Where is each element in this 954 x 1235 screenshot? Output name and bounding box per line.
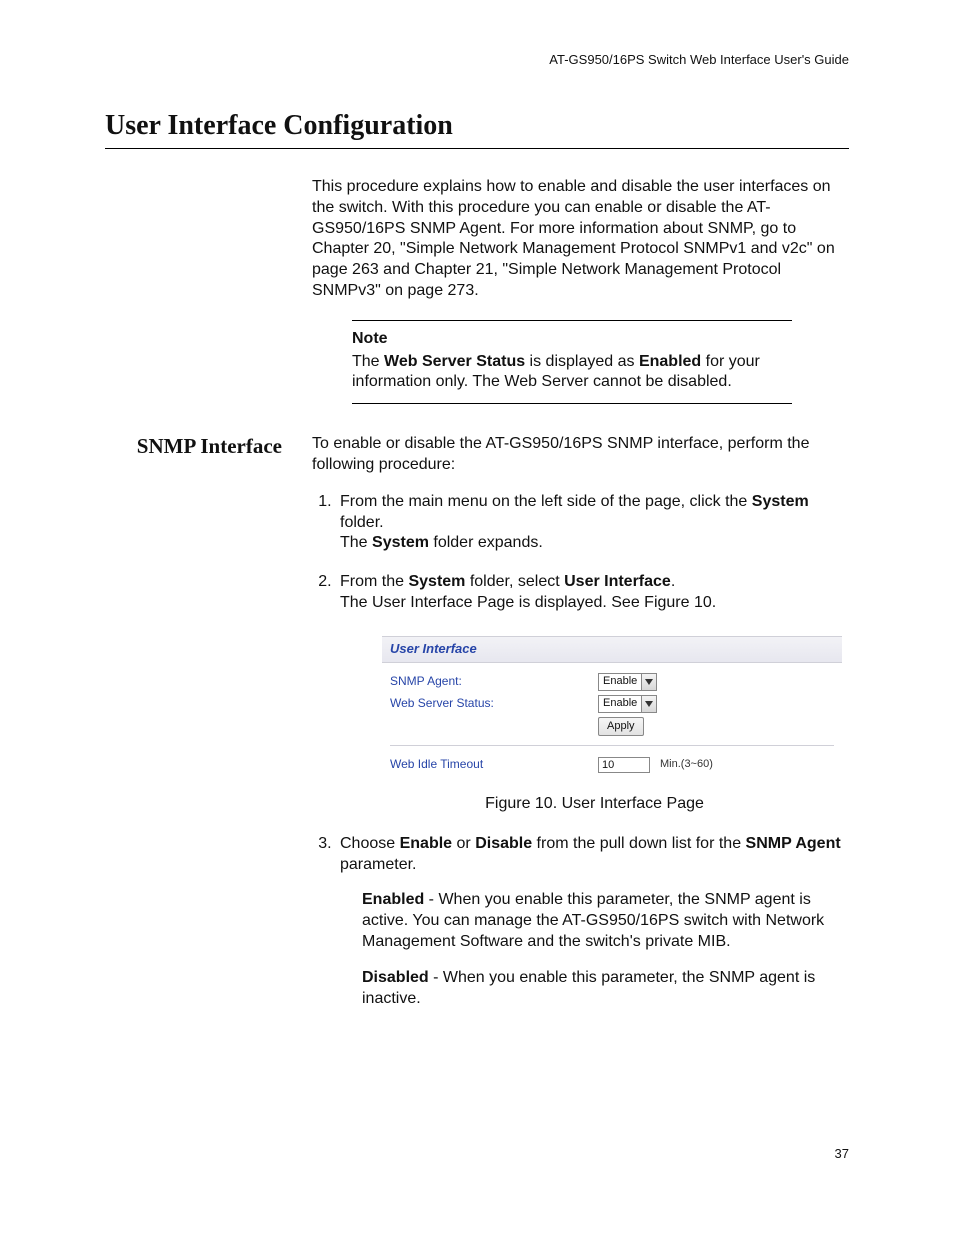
step-1: From the main menu on the left side of t…	[336, 492, 849, 554]
user-interface-panel: User Interface SNMP Agent: Enable	[382, 636, 842, 780]
step-3: Choose Enable or Disable from the pull d…	[336, 834, 849, 1010]
figure-10: User Interface SNMP Agent: Enable	[382, 636, 849, 780]
snmp-lead: To enable or disable the AT-GS950/16PS S…	[312, 434, 849, 476]
chevron-down-icon	[641, 696, 656, 712]
apply-button[interactable]: Apply	[598, 717, 644, 735]
web-server-status-value: Enable	[599, 696, 641, 712]
web-idle-timeout-label: Web Idle Timeout	[390, 757, 598, 773]
web-idle-timeout-input[interactable]: 10	[598, 757, 650, 773]
web-server-status-select[interactable]: Enable	[598, 695, 657, 713]
definition-block: Enabled - When you enable this parameter…	[362, 890, 849, 1010]
chevron-down-icon	[641, 674, 656, 690]
page: AT-GS950/16PS Switch Web Interface User'…	[0, 0, 954, 1235]
step-2: From the System folder, select User Inte…	[336, 572, 849, 814]
procedure-list: From the main menu on the left side of t…	[312, 492, 849, 1010]
disabled-definition: Disabled - When you enable this paramete…	[362, 968, 849, 1010]
snmp-agent-value: Enable	[599, 674, 641, 690]
note-text: The Web Server Status is displayed as En…	[352, 353, 760, 391]
running-header: AT-GS950/16PS Switch Web Interface User'…	[549, 52, 849, 67]
web-idle-timeout-hint: Min.(3~60)	[660, 757, 713, 771]
page-number: 37	[835, 1146, 849, 1161]
content-area: This procedure explains how to enable an…	[105, 177, 849, 1028]
section-title: User Interface Configuration	[105, 110, 849, 149]
panel-divider	[390, 745, 834, 746]
snmp-agent-select[interactable]: Enable	[598, 673, 657, 691]
figure-caption: Figure 10. User Interface Page	[340, 794, 849, 815]
snmp-agent-label: SNMP Agent:	[390, 674, 598, 690]
intro-paragraph: This procedure explains how to enable an…	[312, 177, 849, 302]
subsection-snmp-interface: SNMP Interface To enable or disable the …	[105, 434, 849, 1028]
enabled-definition: Enabled - When you enable this parameter…	[362, 890, 849, 952]
note-label: Note	[352, 329, 792, 350]
note-block: Note The Web Server Status is displayed …	[352, 320, 792, 404]
web-server-status-label: Web Server Status:	[390, 696, 598, 712]
subsection-heading: SNMP Interface	[105, 434, 312, 459]
panel-title: User Interface	[382, 636, 842, 663]
